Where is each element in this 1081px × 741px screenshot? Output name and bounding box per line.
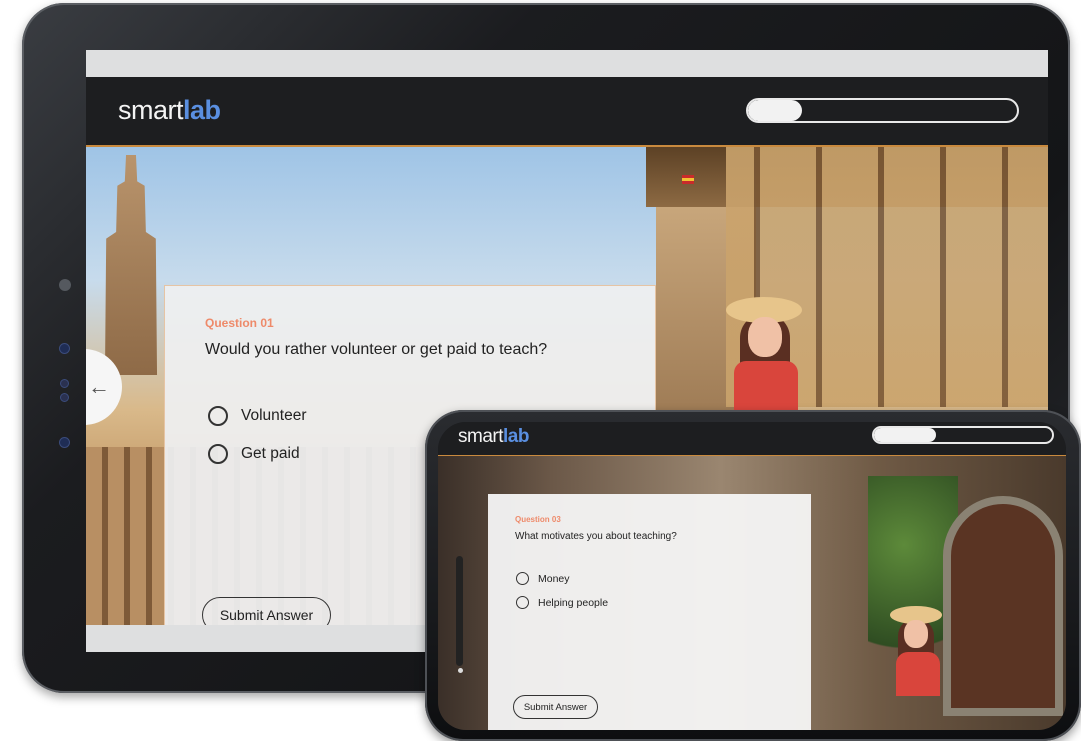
question-card: Question 03 What motivates you about tea… bbox=[488, 494, 811, 730]
radio-button[interactable] bbox=[208, 444, 228, 464]
smartlab-logo: smartlab bbox=[458, 426, 529, 447]
phone-device: smartlab Question 03 What motivates you … bbox=[425, 410, 1081, 741]
device-mockup: smartlab ← Question 01 Would you rather … bbox=[0, 0, 1081, 741]
option-label: Helping people bbox=[538, 596, 609, 609]
status-bar bbox=[86, 50, 1048, 77]
submit-answer-button[interactable]: Submit Answer bbox=[513, 695, 598, 719]
progress-bar bbox=[746, 98, 1019, 123]
tablet-side-button bbox=[60, 393, 69, 402]
tablet-side-button bbox=[59, 343, 70, 354]
question-text: Would you rather volunteer or get paid t… bbox=[205, 341, 548, 358]
character-illustration bbox=[722, 295, 822, 415]
option-money[interactable]: Money bbox=[516, 572, 570, 585]
radio-button[interactable] bbox=[516, 572, 529, 585]
option-label: Get paid bbox=[241, 445, 300, 462]
phone-notch bbox=[456, 556, 463, 666]
smartlab-logo: smartlab bbox=[118, 95, 221, 125]
arrow-left-icon: ← bbox=[88, 374, 110, 399]
tablet-side-button bbox=[60, 379, 69, 388]
progress-bar bbox=[872, 426, 1054, 444]
tower-illustration bbox=[104, 155, 158, 375]
question-text: What motivates you about teaching? bbox=[515, 531, 677, 542]
option-label: Volunteer bbox=[241, 407, 307, 424]
flag-icon bbox=[682, 175, 694, 184]
tablet-camera bbox=[59, 279, 71, 291]
radio-button[interactable] bbox=[516, 596, 529, 609]
question-number: Question 01 bbox=[205, 316, 274, 330]
radio-button[interactable] bbox=[208, 406, 228, 426]
phone-screen: smartlab Question 03 What motivates you … bbox=[438, 422, 1066, 730]
doorway-illustration bbox=[943, 496, 1063, 716]
tablet-side-button bbox=[59, 437, 70, 448]
app-header: smartlab bbox=[438, 422, 1066, 456]
character-illustration bbox=[886, 606, 956, 726]
option-get-paid[interactable]: Get paid bbox=[208, 444, 300, 464]
phone-sensor bbox=[458, 668, 463, 673]
option-volunteer[interactable]: Volunteer bbox=[208, 406, 307, 426]
app-header: smartlab bbox=[86, 77, 1048, 147]
option-helping-people[interactable]: Helping people bbox=[516, 596, 608, 609]
option-label: Money bbox=[538, 572, 570, 585]
question-number: Question 03 bbox=[515, 515, 561, 524]
background-scene: Question 03 What motivates you about tea… bbox=[438, 456, 1066, 730]
